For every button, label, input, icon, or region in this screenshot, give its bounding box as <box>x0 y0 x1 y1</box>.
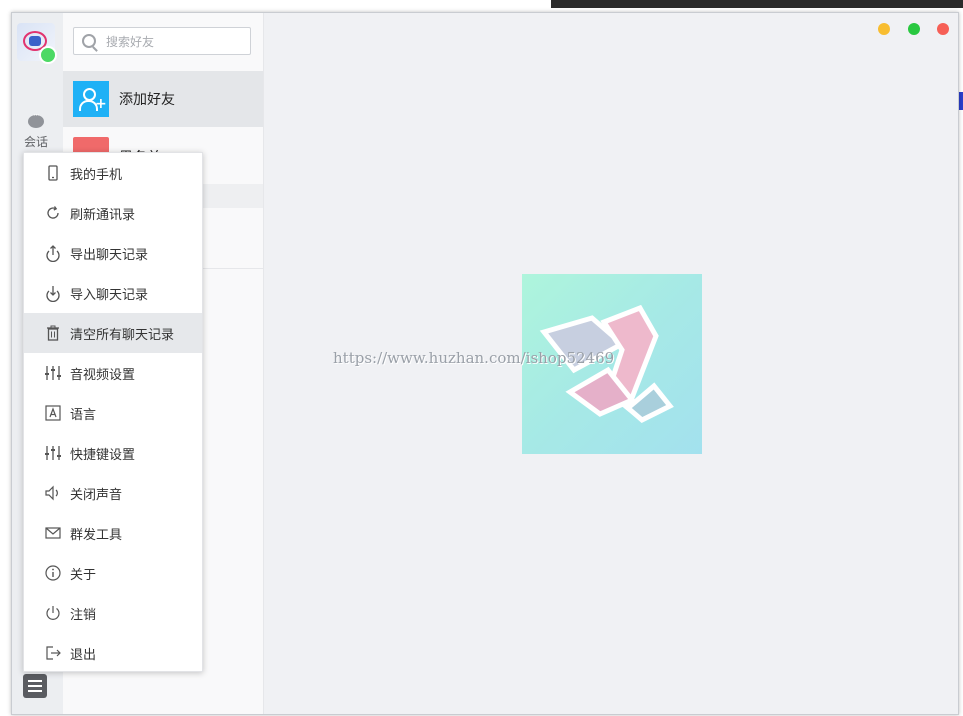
menu-item-label: 关闭声音 <box>70 488 123 503</box>
chat-bubble-icon <box>28 111 44 128</box>
add-friend-item[interactable]: + 添加好友 <box>63 71 263 127</box>
background-window-titlebar <box>551 0 963 8</box>
phone-icon <box>44 164 62 182</box>
menu-item-av-settings[interactable]: 音视频设置 <box>24 353 202 393</box>
export-icon <box>44 244 62 262</box>
add-friend-label: 添加好友 <box>119 92 175 108</box>
maximize-button[interactable] <box>908 23 920 35</box>
menu-item-clear-all-chats[interactable]: 清空所有聊天记录 <box>24 313 202 353</box>
menu-item-my-phone[interactable]: 我的手机 <box>24 153 202 193</box>
info-icon <box>44 564 62 582</box>
import-icon <box>44 284 62 302</box>
main-menu-dropdown: 我的手机 刷新通讯录 导出聊天记录 导入聊天记录 清空所有聊天记录 音视频设置 <box>23 152 203 672</box>
power-icon <box>44 604 62 622</box>
menu-item-label: 快捷键设置 <box>70 448 136 463</box>
trash-icon <box>44 324 62 342</box>
mail-icon <box>44 524 62 542</box>
search-input[interactable] <box>104 32 248 52</box>
refresh-icon <box>44 204 62 222</box>
menu-item-label: 我的手机 <box>70 168 123 183</box>
add-user-icon: + <box>73 81 109 117</box>
nav-session[interactable]: 会话 <box>20 111 52 157</box>
menu-item-label: 群发工具 <box>70 528 123 543</box>
menu-item-label: 清空所有聊天记录 <box>70 328 175 343</box>
language-icon <box>44 404 62 422</box>
menu-item-export-chat[interactable]: 导出聊天记录 <box>24 233 202 273</box>
menu-item-label: 语言 <box>70 408 97 423</box>
hamburger-line <box>28 685 42 687</box>
search-icon <box>82 34 96 48</box>
menu-item-exit[interactable]: 退出 <box>24 633 202 673</box>
online-status-dot <box>39 46 57 64</box>
menu-item-label: 音视频设置 <box>70 368 136 383</box>
minimize-button[interactable] <box>878 23 890 35</box>
menu-item-label: 关于 <box>70 568 97 583</box>
close-button[interactable] <box>937 23 949 35</box>
menu-item-label: 导出聊天记录 <box>70 248 149 263</box>
menu-item-label: 刷新通讯录 <box>70 208 136 223</box>
menu-item-refresh-contacts[interactable]: 刷新通讯录 <box>24 193 202 233</box>
menu-item-broadcast-tool[interactable]: 群发工具 <box>24 513 202 553</box>
hamburger-line <box>28 680 42 682</box>
menu-item-label: 注销 <box>70 608 97 623</box>
menu-item-logout-account[interactable]: 注销 <box>24 593 202 633</box>
menu-item-shortcut-settings[interactable]: 快捷键设置 <box>24 433 202 473</box>
menu-item-mute-sound[interactable]: 关闭声音 <box>24 473 202 513</box>
sliders-icon <box>44 364 62 382</box>
search-box[interactable] <box>73 27 251 55</box>
main-menu-button[interactable] <box>23 674 47 698</box>
menu-item-language[interactable]: 语言 <box>24 393 202 433</box>
logout-icon <box>44 644 62 662</box>
watermark-text: https://www.huzhan.com/ishop52469 <box>333 349 615 367</box>
menu-item-label: 导入聊天记录 <box>70 288 149 303</box>
menu-item-label: 退出 <box>70 648 97 663</box>
speaker-icon <box>44 484 62 502</box>
hamburger-line <box>28 690 42 692</box>
menu-item-import-chat[interactable]: 导入聊天记录 <box>24 273 202 313</box>
sliders-icon <box>44 444 62 462</box>
nav-session-label: 会话 <box>23 135 48 149</box>
menu-item-about[interactable]: 关于 <box>24 553 202 593</box>
